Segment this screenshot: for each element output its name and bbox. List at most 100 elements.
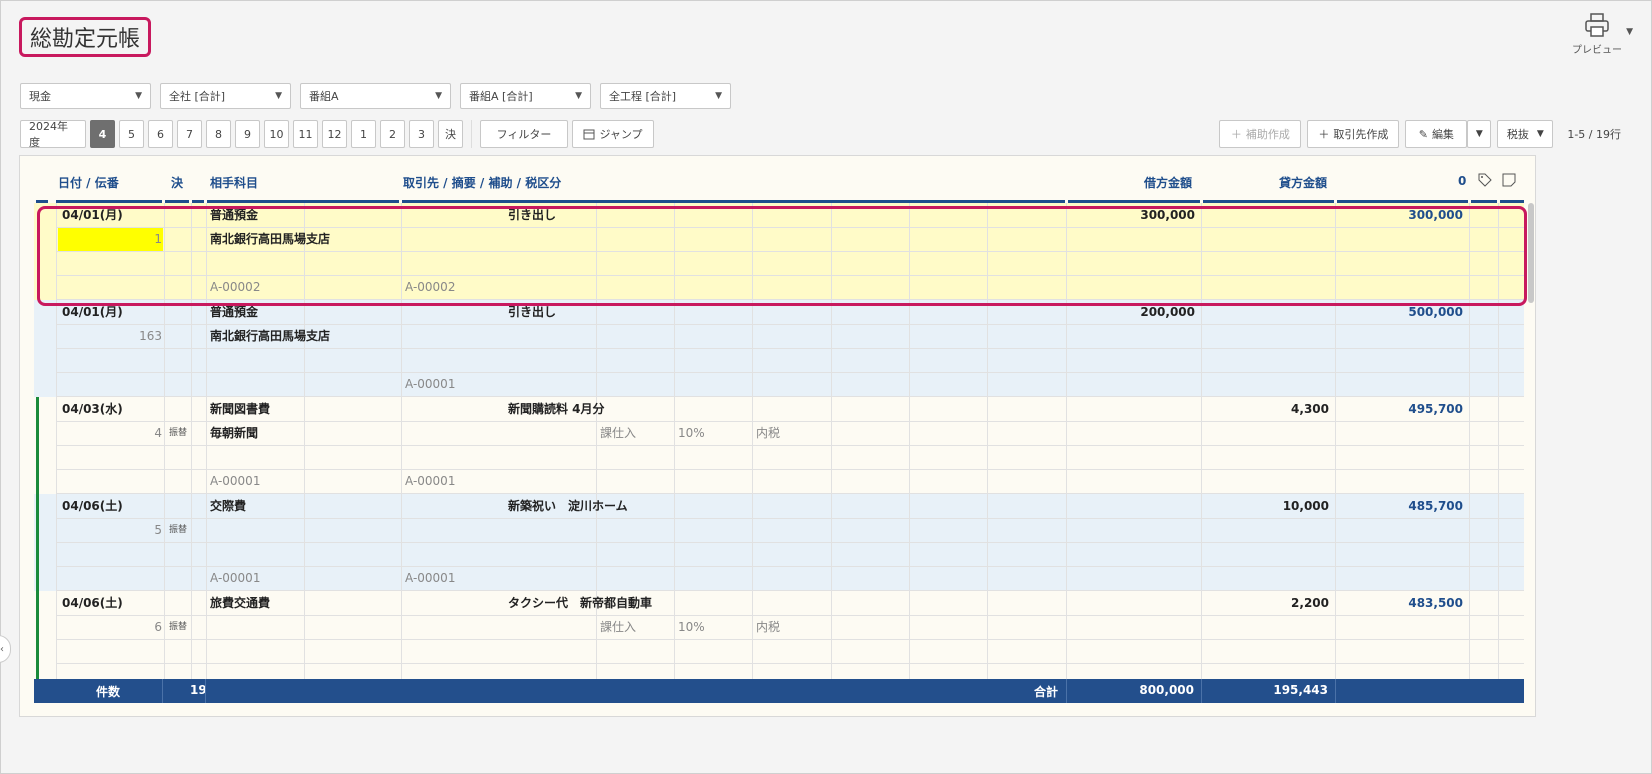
month-tab-2[interactable]: 2 — [380, 120, 405, 148]
tax-label: 税抜 — [1506, 128, 1529, 141]
header-credit: 貸方金額 — [1279, 176, 1328, 190]
process-select[interactable]: 全工程 [合計] ▼ — [600, 83, 731, 109]
program-select[interactable]: 番組A ▼ — [300, 83, 451, 109]
month-tab-6[interactable]: 6 — [148, 120, 173, 148]
month-tab-1[interactable]: 1 — [351, 120, 376, 148]
footer-divider — [1066, 679, 1067, 703]
entry-balance: 495,700 — [1408, 402, 1463, 416]
chevron-down-icon: ▼ — [435, 91, 442, 101]
settle-badge: 振替 — [169, 622, 188, 632]
entry-code-left: A-00002 — [210, 280, 261, 294]
entry-tax-inclusion: 内税 — [756, 426, 781, 440]
entry-account: 普通預金 — [210, 305, 259, 319]
jump-button[interactable]: ジャンプ — [572, 120, 654, 148]
aux-create-button[interactable]: ＋補助作成 — [1219, 120, 1302, 148]
month-tab-3[interactable]: 3 — [409, 120, 434, 148]
month-tab-4[interactable]: 4 — [90, 120, 115, 148]
header-debit: 借方金額 — [1144, 176, 1193, 190]
partner-create-button[interactable]: ＋取引先作成 — [1307, 120, 1400, 148]
row-divider — [56, 445, 1524, 446]
entry-credit: 2,200 — [1291, 596, 1329, 610]
chevron-down-icon: ▼ — [575, 91, 582, 101]
row-divider — [56, 348, 1524, 349]
entry-code-right: A-00001 — [405, 571, 456, 585]
entry-code-right: A-00001 — [405, 377, 456, 391]
month-bar: 2024年度 4 5 6 7 8 9 10 11 12 1 2 3 決 フィルタ… — [20, 120, 654, 149]
row-divider — [56, 639, 1524, 640]
entry-balance: 500,000 — [1408, 305, 1463, 319]
entry-date: 04/03(水) — [62, 402, 123, 416]
entry-summary: タクシー代 新帝都自動車 — [508, 596, 653, 610]
ledger-entry[interactable]: 04/06(土) 5 振替 交際費 新築祝い 淀川ホーム A-00001 A-00001 10… — [34, 494, 1524, 591]
entry-account: 交際費 — [210, 499, 247, 513]
chevron-down-icon: ▼ — [715, 91, 722, 101]
footer-divider — [205, 679, 206, 703]
entry-balance: 483,500 — [1408, 596, 1463, 610]
month-tab-12[interactable]: 12 — [322, 120, 347, 148]
total-label: 合計 — [1034, 685, 1059, 699]
month-tab-settlement[interactable]: 決 — [438, 120, 463, 148]
table-header: 日付 / 伝番 決 相手科目 取引先 / 摘要 / 補助 / 税区分 借方金額 … — [34, 156, 1524, 203]
filter-button[interactable]: フィルター — [480, 120, 568, 148]
pager-text: 1-5 / 19行 — [1567, 128, 1621, 141]
month-tab-8[interactable]: 8 — [206, 120, 231, 148]
chevron-down-icon: ▼ — [1475, 129, 1483, 139]
entry-status-bar — [36, 591, 39, 688]
chevron-down-icon[interactable]: ▼ — [1626, 27, 1633, 37]
fiscal-year-button[interactable]: 2024年度 — [20, 120, 86, 149]
entry-summary: 引き出し — [508, 305, 557, 319]
entry-debit: 300,000 — [1140, 208, 1195, 222]
preview-button[interactable]: プレビュー ▼ — [1567, 13, 1633, 56]
month-tab-11[interactable]: 11 — [293, 120, 318, 148]
month-tab-5[interactable]: 5 — [119, 120, 144, 148]
footer-divider — [1201, 679, 1202, 703]
edit-menu-button[interactable]: ▼ — [1467, 120, 1492, 148]
settle-badge: 振替 — [169, 525, 188, 535]
debit-total: 800,000 — [1139, 683, 1194, 697]
chevron-down-icon: ▼ — [135, 91, 142, 101]
row-divider — [56, 518, 1524, 519]
row-divider — [56, 421, 1524, 422]
entry-code-left: A-00001 — [210, 474, 261, 488]
entry-number: 163 — [139, 329, 162, 343]
plus-icon: ＋ — [1230, 128, 1242, 141]
entry-date: 04/01(月) — [62, 208, 123, 222]
filter-selects: 現金 ▼ 全社 [合計] ▼ 番組A ▼ 番組A [合計] ▼ 全工程 [合計] ▼ — [20, 83, 731, 109]
header-settle: 決 — [171, 176, 184, 190]
count-label: 件数 — [96, 685, 121, 699]
entry-sub-account: 毎朝新聞 — [210, 426, 259, 440]
entry-credit: 4,300 — [1291, 402, 1329, 416]
selected-cell[interactable] — [58, 228, 163, 251]
ledger-entry[interactable]: 04/06(土) 6 振替 旅費交通費 タクシー代 新帝都自動車 課仕入 10% 内税 2,20… — [34, 591, 1524, 688]
entry-sub-account: 南北銀行高田馬場支店 — [210, 232, 331, 246]
scrollbar[interactable] — [1528, 203, 1534, 303]
company-select[interactable]: 全社 [合計] ▼ — [160, 83, 291, 109]
entry-balance: 485,700 — [1408, 499, 1463, 513]
ledger-entry[interactable]: 04/01(月) 163 普通預金 引き出し 南北銀行高田馬場支店 A-00001 200,… — [34, 300, 1524, 397]
ledger-entry[interactable]: 04/03(水) 4 振替 新聞図書費 新聞購読料 4月分 毎朝新聞 課仕入 10% 内税 A-0… — [34, 397, 1524, 494]
month-tab-7[interactable]: 7 — [177, 120, 202, 148]
tax-select[interactable]: 税抜 ▼ — [1497, 120, 1554, 148]
pencil-icon: ✎ — [1418, 127, 1428, 141]
credit-total: 195,443 — [1273, 683, 1328, 697]
divider — [471, 120, 472, 148]
account-select[interactable]: 現金 ▼ — [20, 83, 151, 109]
row-divider — [56, 566, 1524, 567]
tag-icon[interactable] — [1478, 173, 1492, 187]
chevron-left-icon[interactable]: ‹ — [0, 635, 11, 663]
entry-number: 6 — [154, 620, 162, 634]
edit-button[interactable]: ✎ 編集 — [1405, 120, 1468, 148]
footer-divider — [162, 679, 163, 703]
note-icon[interactable] — [1502, 173, 1516, 187]
ledger-entry[interactable]: 04/01(月) 1 普通預金 引き出し 南北銀行高田馬場支店 A-00002 A-0000… — [34, 203, 1524, 300]
entry-account: 新聞図書費 — [210, 402, 271, 416]
row-divider — [56, 469, 1524, 470]
month-tab-9[interactable]: 9 — [235, 120, 260, 148]
entry-summary: 新築祝い 淀川ホーム — [508, 499, 628, 513]
header-account: 相手科目 — [210, 176, 259, 190]
entry-account: 普通預金 — [210, 208, 259, 222]
month-tab-10[interactable]: 10 — [264, 120, 289, 148]
chevron-down-icon: ▼ — [1536, 129, 1544, 139]
entry-summary: 新聞購読料 4月分 — [508, 402, 605, 416]
program-total-select[interactable]: 番組A [合計] ▼ — [460, 83, 591, 109]
